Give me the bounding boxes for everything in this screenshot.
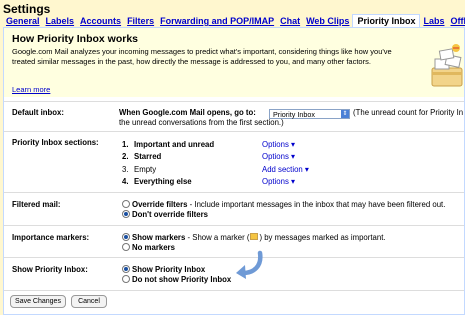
section-2-name: Starred: [134, 152, 162, 161]
override-filters-option[interactable]: Override filters - Include important mes…: [122, 200, 445, 209]
tab-priority-inbox[interactable]: Priority Inbox: [352, 14, 421, 27]
default-inbox-label: Default inbox:: [12, 108, 64, 117]
unread-count-note: (The unread count for Priority In: [353, 108, 464, 117]
show-priority-inbox-label: Show Priority Inbox:: [12, 265, 88, 274]
tab-web-clips[interactable]: Web Clips: [303, 15, 352, 26]
divider: [4, 131, 464, 132]
show-priority-inbox-option[interactable]: Show Priority Inbox: [122, 265, 205, 274]
tab-forwarding[interactable]: Forwarding and POP/IMAP: [157, 15, 277, 26]
divider: [4, 290, 464, 291]
save-changes-button[interactable]: Save Changes: [10, 295, 66, 308]
section-1-name: Important and unread: [134, 140, 215, 149]
override-filters-label: Override filters: [132, 200, 188, 209]
mail-pile-illustration: [431, 44, 463, 87]
tab-offline[interactable]: Offline: [447, 15, 465, 26]
show-markers-desc-a: - Show a marker (: [185, 233, 250, 242]
section-4-options[interactable]: Options ▾: [262, 177, 295, 186]
hide-priority-inbox-text: Do not show Priority Inbox: [132, 275, 232, 284]
tab-general[interactable]: General: [3, 15, 43, 26]
unread-count-note-2: the unread conversations from the first …: [119, 118, 284, 127]
cancel-button[interactable]: Cancel: [71, 295, 107, 308]
section-1-num: 1.: [122, 140, 129, 149]
dont-override-label: Don't override filters: [132, 210, 208, 219]
radio-button[interactable]: [122, 200, 130, 208]
tab-labels[interactable]: Labels: [43, 15, 78, 26]
divider: [4, 192, 464, 193]
radio-button[interactable]: [122, 243, 130, 251]
intro-text: Google.com Mail analyzes your incoming m…: [12, 47, 392, 66]
sections-label: Priority Inbox sections:: [12, 138, 99, 147]
show-markers-desc-b: ) by messages marked as important.: [259, 233, 386, 242]
section-1-options[interactable]: Options ▾: [262, 140, 295, 149]
dont-override-option[interactable]: Don't override filters: [122, 210, 208, 219]
default-inbox-prefix: When Google.com Mail opens, go to:: [119, 108, 256, 117]
show-priority-inbox-text: Show Priority Inbox: [132, 265, 206, 274]
no-markers-label: No markers: [132, 243, 175, 252]
section-2-options[interactable]: Options ▾: [262, 152, 295, 161]
section-3-num: 3.: [122, 165, 129, 174]
settings-tabs: General Labels Accounts Filters Forwarding a…: [3, 14, 465, 27]
radio-button[interactable]: [122, 275, 130, 283]
section-3-name: Empty: [134, 165, 157, 174]
importance-marker-icon: [250, 233, 259, 240]
filtered-mail-label: Filtered mail:: [12, 200, 61, 209]
tab-chat[interactable]: Chat: [277, 15, 303, 26]
section-4-num: 4.: [122, 177, 129, 186]
hide-priority-inbox-option[interactable]: Do not show Priority Inbox: [122, 275, 231, 284]
divider: [4, 225, 464, 226]
tab-filters[interactable]: Filters: [124, 15, 157, 26]
intro-heading: How Priority Inbox works: [12, 33, 139, 45]
radio-button-selected[interactable]: [122, 265, 130, 273]
importance-markers-label: Importance markers:: [12, 233, 90, 242]
curved-arrow-icon: [236, 250, 263, 279]
section-4-name: Everything else: [134, 177, 192, 186]
radio-button-selected[interactable]: [122, 210, 130, 218]
override-filters-desc: - Include important messages in the inbo…: [187, 200, 446, 209]
show-markers-option[interactable]: Show markers - Show a marker ( ) by messa…: [122, 233, 386, 242]
settings-panel: How Priority Inbox works Google.com Mail…: [3, 27, 465, 315]
select-arrows-icon: ⇕: [341, 110, 349, 118]
tab-labs[interactable]: Labs: [420, 15, 447, 26]
intro-box: How Priority Inbox works Google.com Mail…: [4, 28, 464, 97]
show-markers-label: Show markers: [132, 233, 186, 242]
learn-more-link[interactable]: Learn more: [12, 85, 50, 94]
no-markers-option[interactable]: No markers: [122, 243, 175, 252]
section-2-num: 2.: [122, 152, 129, 161]
radio-button-selected[interactable]: [122, 233, 130, 241]
divider: [4, 101, 464, 102]
tab-accounts[interactable]: Accounts: [77, 15, 124, 26]
section-3-add[interactable]: Add section ▾: [262, 165, 309, 174]
